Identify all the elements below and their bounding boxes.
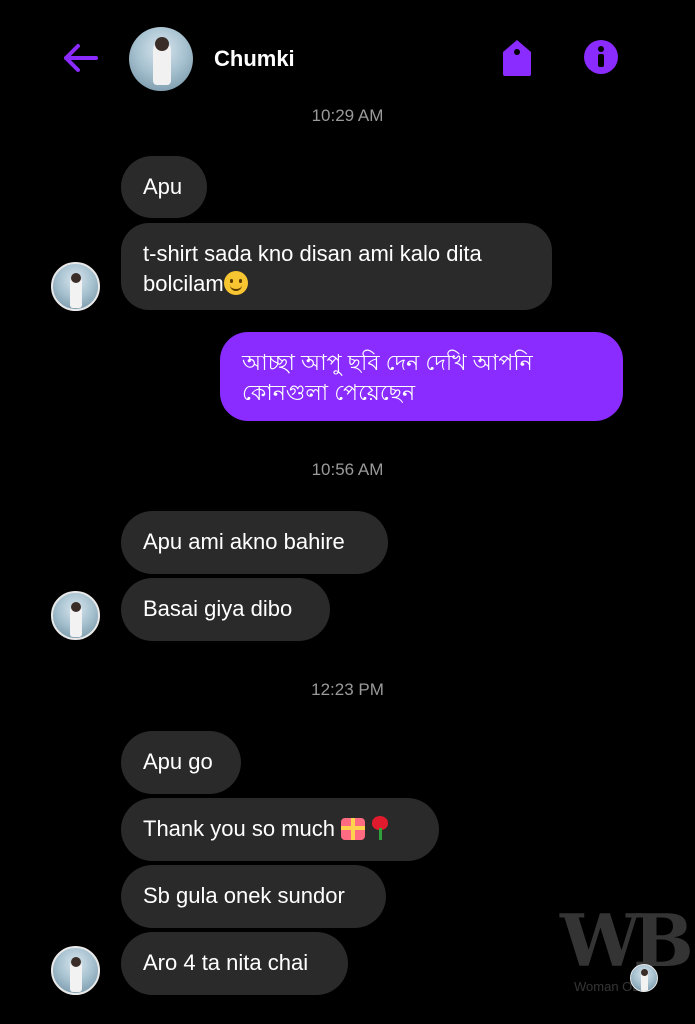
gift-heart-emoji-icon	[340, 818, 365, 840]
info-button[interactable]	[583, 39, 619, 75]
info-icon	[584, 40, 618, 74]
incoming-message[interactable]: t-shirt sada kno disan ami kalo dita bol…	[121, 223, 552, 310]
message-text: t-shirt sada kno disan ami kalo dita bol…	[143, 241, 482, 296]
incoming-message[interactable]: Sb gula onek sundor	[121, 865, 386, 928]
timestamp: 12:23 PM	[311, 680, 384, 699]
timestamp: 10:56 AM	[311, 460, 384, 479]
tag-button[interactable]	[499, 38, 535, 78]
incoming-message[interactable]: Thank you so much	[121, 798, 439, 861]
incoming-message[interactable]: Basai giya dibo	[121, 578, 330, 641]
contact-avatar-small[interactable]	[51, 591, 100, 640]
incoming-message[interactable]: Apu go	[121, 731, 241, 794]
timestamp: 10:29 AM	[311, 106, 384, 125]
contact-name[interactable]: Chumki	[214, 46, 295, 72]
read-receipt-avatar	[630, 964, 658, 992]
smiley-emoji-icon	[223, 271, 248, 295]
contact-avatar[interactable]	[129, 27, 193, 91]
arrow-left-icon	[64, 44, 98, 72]
incoming-message[interactable]: Apu ami akno bahire	[121, 511, 388, 574]
contact-avatar-small[interactable]	[51, 946, 100, 995]
outgoing-message[interactable]: আচ্ছা আপু ছবি দেন দেখি আপনি কোনগুলা পেয়…	[220, 332, 623, 421]
chat-header: Chumki	[0, 0, 695, 110]
incoming-message[interactable]: Aro 4 ta nita chai	[121, 932, 348, 995]
watermark-wb: WB	[560, 898, 694, 983]
incoming-message[interactable]: Apu	[121, 156, 207, 218]
back-button[interactable]	[58, 38, 102, 78]
tag-icon	[503, 40, 531, 76]
rose-emoji-icon	[369, 816, 391, 840]
message-text: Thank you so much	[143, 816, 335, 841]
contact-avatar-small[interactable]	[51, 262, 100, 311]
